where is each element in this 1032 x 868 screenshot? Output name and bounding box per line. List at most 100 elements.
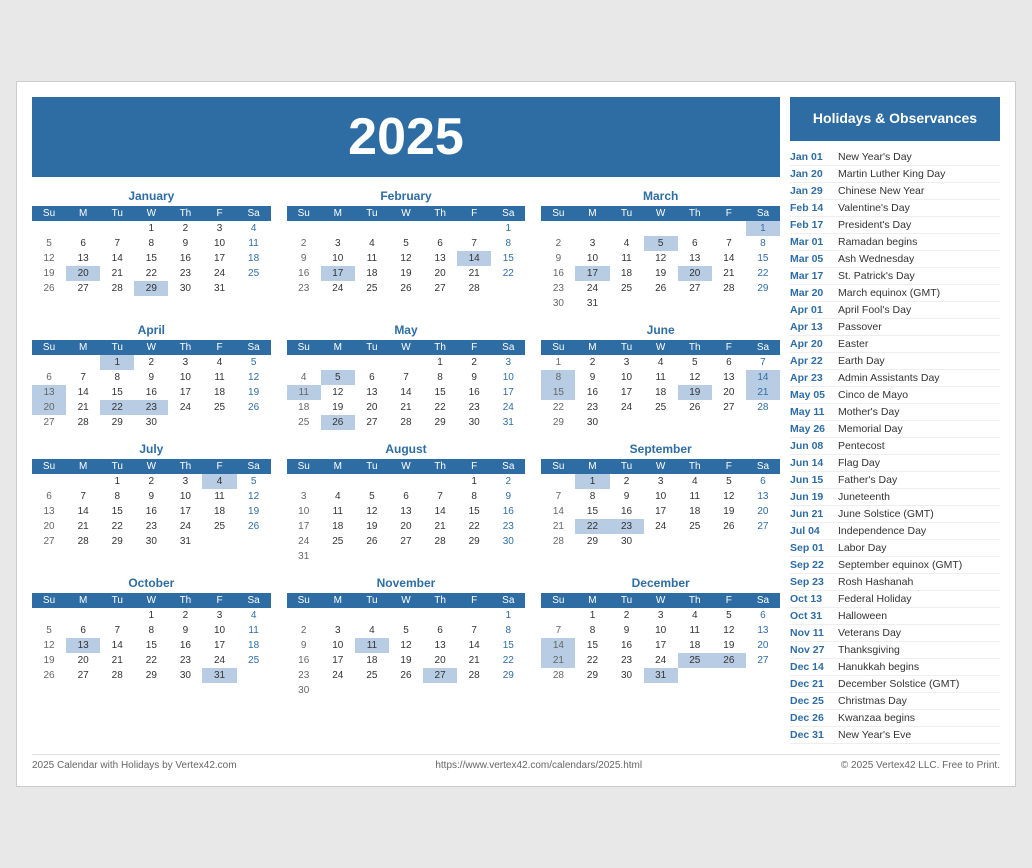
month-august: AugustSuMTuWThFSa12345678910111213141516… (287, 442, 526, 564)
holiday-item: Jul 04Independence Day (790, 523, 1000, 540)
calendar-day: 27 (746, 519, 780, 534)
calendar-day (168, 415, 202, 430)
calendar-day (100, 221, 134, 236)
calendar-day: 15 (457, 504, 491, 519)
calendar-day (66, 355, 100, 370)
day-header: Tu (100, 206, 134, 221)
calendar-day: 6 (423, 623, 457, 638)
day-header: Th (423, 593, 457, 608)
holiday-date: Oct 13 (790, 593, 832, 605)
holiday-item: Oct 31Halloween (790, 608, 1000, 625)
calendar-day (712, 415, 746, 430)
day-header: Su (32, 206, 66, 221)
calendar-day: 31 (575, 296, 609, 311)
calendar-day: 7 (389, 370, 423, 385)
holiday-name: Admin Assistants Day (838, 372, 940, 384)
calendar-day: 19 (355, 519, 389, 534)
calendar-day (678, 668, 712, 683)
calendar-day: 23 (610, 653, 644, 668)
calendar-day: 25 (678, 653, 712, 668)
calendar-day: 14 (66, 385, 100, 400)
calendar-day: 8 (100, 489, 134, 504)
holiday-date: Jun 14 (790, 457, 832, 469)
holiday-item: Sep 01Labor Day (790, 540, 1000, 557)
day-header: Th (168, 340, 202, 355)
calendar-day: 11 (287, 385, 321, 400)
holiday-date: Mar 01 (790, 236, 832, 248)
calendar-day (610, 296, 644, 311)
month-title: December (541, 576, 780, 590)
calendar-day (237, 534, 271, 549)
calendar-day: 1 (134, 608, 168, 623)
month-table: SuMTuWThFSa12345678910111213141516171819… (32, 593, 271, 683)
holiday-item: Dec 25Christmas Day (790, 693, 1000, 710)
holiday-date: Nov 11 (790, 627, 832, 639)
calendar-day: 11 (610, 251, 644, 266)
calendar-day: 17 (202, 638, 236, 653)
holiday-date: Dec 14 (790, 661, 832, 673)
calendar-day: 8 (491, 623, 525, 638)
calendar-day: 2 (168, 221, 202, 236)
calendar-day (746, 415, 780, 430)
day-header: W (644, 593, 678, 608)
calendar-day: 2 (541, 236, 575, 251)
calendar-day: 16 (134, 385, 168, 400)
calendar-day: 12 (237, 489, 271, 504)
calendar-day: 20 (712, 385, 746, 400)
calendar-day: 25 (355, 281, 389, 296)
day-header: W (134, 459, 168, 474)
holiday-item: Jan 01New Year's Day (790, 149, 1000, 166)
calendar-day: 7 (457, 236, 491, 251)
holiday-date: Sep 22 (790, 559, 832, 571)
calendar-day: 13 (355, 385, 389, 400)
calendar-day: 22 (746, 266, 780, 281)
month-july: JulySuMTuWThFSa1234567891011121314151617… (32, 442, 271, 564)
calendar-day: 16 (287, 266, 321, 281)
day-header: Su (32, 340, 66, 355)
calendar-day: 14 (66, 504, 100, 519)
calendar-day: 29 (134, 668, 168, 683)
holiday-name: Mother's Day (838, 406, 900, 418)
day-header: W (389, 206, 423, 221)
calendar-day (541, 474, 575, 489)
footer-center: https://www.vertex42.com/calendars/2025.… (435, 760, 642, 771)
calendar-day: 28 (389, 415, 423, 430)
day-header: W (389, 593, 423, 608)
calendar-day: 22 (575, 653, 609, 668)
holiday-name: Thanksgiving (838, 644, 900, 656)
calendar-day: 13 (423, 251, 457, 266)
calendar-day: 21 (541, 653, 575, 668)
calendar-day (712, 296, 746, 311)
calendar-day: 26 (32, 281, 66, 296)
holiday-date: Apr 20 (790, 338, 832, 350)
calendar-day: 4 (678, 474, 712, 489)
day-header: Tu (100, 340, 134, 355)
day-header: M (575, 340, 609, 355)
calendar-day: 27 (66, 281, 100, 296)
calendar-day: 21 (423, 519, 457, 534)
calendar-day (355, 549, 389, 564)
holiday-date: Dec 26 (790, 712, 832, 724)
calendar-day: 15 (100, 504, 134, 519)
calendar-day: 4 (237, 608, 271, 623)
holiday-name: Independence Day (838, 525, 926, 537)
calendar-day: 2 (134, 355, 168, 370)
calendar-day: 7 (541, 623, 575, 638)
calendar-day: 26 (712, 519, 746, 534)
calendar-day: 7 (712, 236, 746, 251)
day-header: Th (678, 340, 712, 355)
calendar-day: 18 (644, 385, 678, 400)
calendar-day: 27 (678, 281, 712, 296)
holiday-item: Sep 23Rosh Hashanah (790, 574, 1000, 591)
calendar-day: 31 (202, 668, 236, 683)
calendar-day: 28 (541, 668, 575, 683)
holiday-date: May 11 (790, 406, 832, 418)
holiday-date: Apr 01 (790, 304, 832, 316)
day-header: Su (32, 593, 66, 608)
calendar-day: 28 (746, 400, 780, 415)
calendar-day: 12 (389, 638, 423, 653)
calendar-day: 10 (575, 251, 609, 266)
calendar-day: 11 (355, 638, 389, 653)
calendar-day: 6 (389, 489, 423, 504)
calendar-day: 26 (321, 415, 355, 430)
